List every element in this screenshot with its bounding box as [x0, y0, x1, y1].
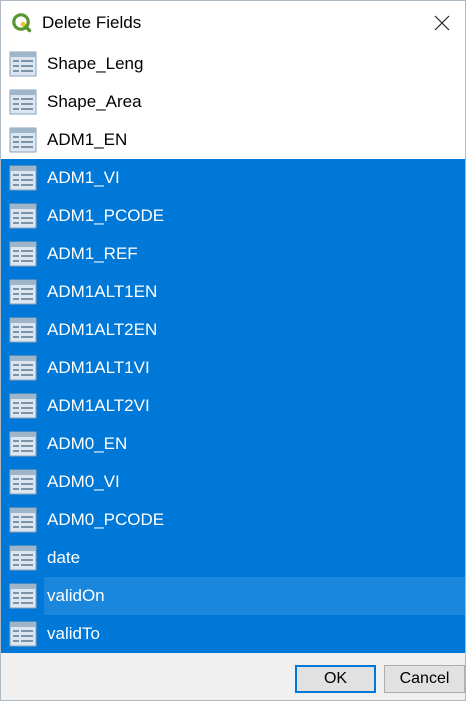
attribute-table-icon [9, 355, 37, 381]
attribute-table-icon [9, 545, 37, 571]
field-list-item[interactable]: ADM1ALT2EN [1, 311, 465, 349]
field-name-label: validOn [47, 586, 105, 605]
current-item-highlight [44, 577, 465, 615]
field-list-item[interactable]: ADM1ALT2VI [1, 387, 465, 425]
field-name-label: ADM0_EN [47, 434, 128, 453]
delete-fields-dialog: Delete Fields Shape_Leng Shape_Area ADM1_E… [0, 0, 466, 701]
field-name-label: Shape_Leng [47, 54, 144, 73]
field-list-item[interactable]: validOn [1, 577, 465, 615]
field-list-item[interactable]: ADM0_PCODE [1, 501, 465, 539]
attribute-table-icon [9, 127, 37, 153]
cancel-button[interactable]: Cancel [384, 665, 465, 693]
field-name-label: ADM0_PCODE [47, 510, 165, 529]
field-name-label: ADM0_VI [47, 472, 120, 491]
field-name-label: ADM1ALT1EN [47, 282, 158, 301]
field-list-item[interactable]: validTo [1, 615, 465, 653]
field-list[interactable]: Shape_Leng Shape_Area ADM1_EN ADM1_VI ADM1_P… [1, 45, 465, 653]
field-name-label: validTo [47, 624, 100, 643]
attribute-table-icon [9, 621, 37, 647]
attribute-table-icon [9, 165, 37, 191]
attribute-table-icon [9, 51, 37, 77]
title-bar: Delete Fields [1, 1, 465, 45]
field-name-label: ADM1_REF [47, 244, 138, 263]
field-name-label: ADM1_EN [47, 130, 128, 149]
field-name-label: date [47, 548, 81, 567]
ok-button[interactable]: OK [295, 665, 376, 693]
field-list-item[interactable]: ADM1_EN [1, 121, 465, 159]
attribute-table-icon [9, 203, 37, 229]
close-icon [434, 15, 450, 31]
attribute-table-icon [9, 469, 37, 495]
field-name-label: Shape_Area [47, 92, 142, 111]
attribute-table-icon [9, 507, 37, 533]
close-button[interactable] [419, 1, 465, 45]
field-list-item[interactable]: Shape_Area [1, 83, 465, 121]
field-list-item[interactable]: ADM1ALT1VI [1, 349, 465, 387]
field-name-label: ADM1ALT1VI [47, 358, 150, 377]
field-list-item[interactable]: ADM1_PCODE [1, 197, 465, 235]
attribute-table-icon [9, 279, 37, 305]
field-list-item[interactable]: Shape_Leng [1, 45, 465, 83]
field-list-item[interactable]: ADM1_VI [1, 159, 465, 197]
field-list-item[interactable]: ADM1_REF [1, 235, 465, 273]
field-list-item[interactable]: ADM1ALT1EN [1, 273, 465, 311]
field-list-item[interactable]: ADM0_VI [1, 463, 465, 501]
field-list-item[interactable]: date [1, 539, 465, 577]
attribute-table-icon [9, 317, 37, 343]
field-name-label: ADM1_PCODE [47, 206, 165, 225]
button-bar: OK Cancel [1, 653, 465, 700]
field-name-label: ADM1ALT2EN [47, 320, 158, 339]
attribute-table-icon [9, 89, 37, 115]
field-name-label: ADM1_VI [47, 168, 120, 187]
window-title: Delete Fields [42, 13, 142, 32]
qgis-logo-icon [12, 13, 32, 33]
field-name-label: ADM1ALT2VI [47, 396, 150, 415]
attribute-table-icon [9, 393, 37, 419]
field-list-item[interactable]: ADM0_EN [1, 425, 465, 463]
attribute-table-icon [9, 241, 37, 267]
attribute-table-icon [9, 583, 37, 609]
attribute-table-icon [9, 431, 37, 457]
